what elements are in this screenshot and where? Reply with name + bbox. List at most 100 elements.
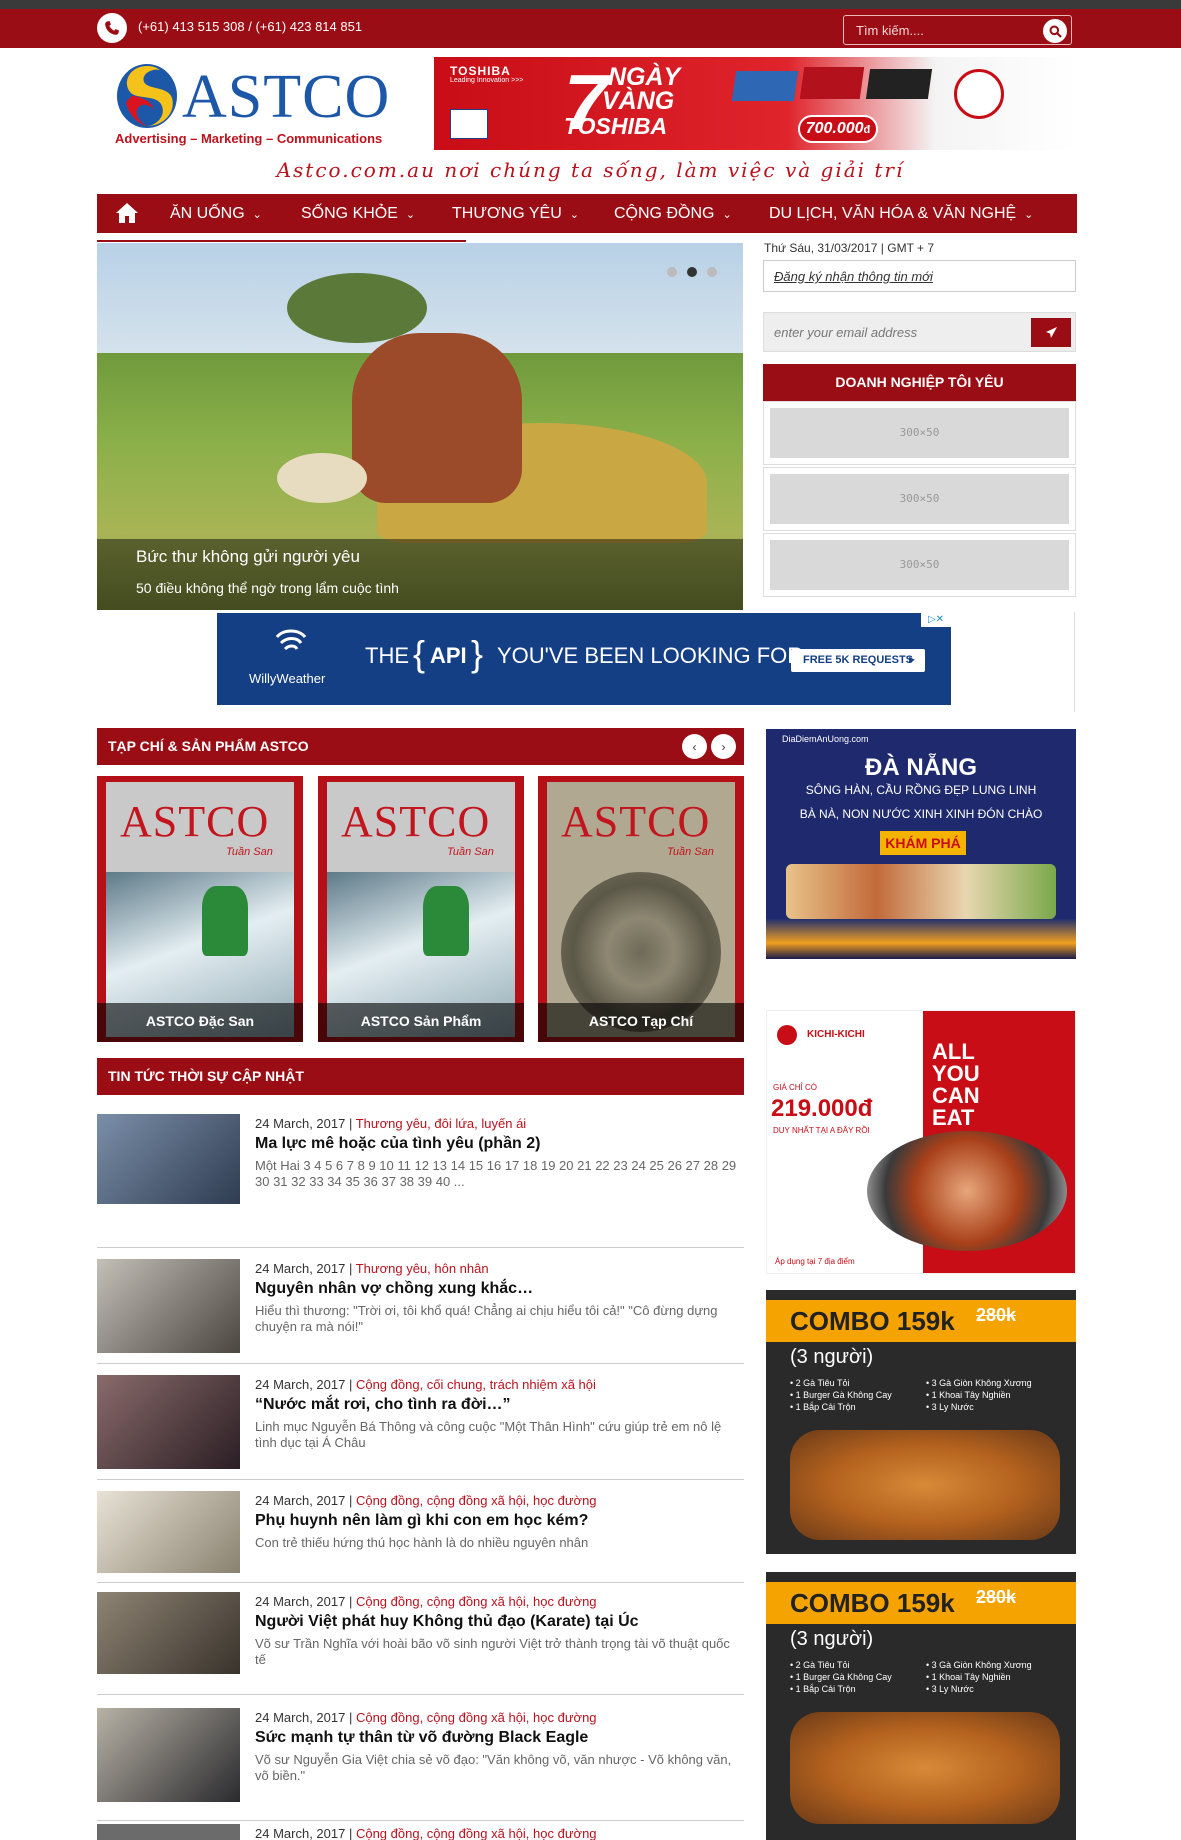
send-icon: [1045, 327, 1057, 338]
hero-slider[interactable]: Bức thư không gửi người yêu 50 điều khôn…: [97, 243, 743, 610]
subscribe-button[interactable]: [1031, 318, 1071, 347]
news-excerpt: Võ sư Nguyễn Gia Việt chia sẻ võ đạo: "V…: [255, 1752, 732, 1783]
search-icon: [1049, 25, 1062, 38]
nav-progress-line: [97, 240, 466, 242]
price-unit: đ: [863, 124, 871, 136]
carousel-prev-button[interactable]: ‹: [682, 734, 707, 759]
slide-hat: [277, 453, 367, 503]
news-category[interactable]: Cộng đồng, cối chung, trách nhiệm xã hội: [356, 1377, 596, 1392]
email-field[interactable]: [774, 323, 1024, 342]
chevron-down-icon: ⌄: [405, 209, 416, 221]
price-value: 700.000: [805, 120, 864, 137]
kichi-logo-icon: [777, 1025, 797, 1045]
chevron-down-icon: ⌄: [1024, 209, 1034, 221]
nav-item-an-uong[interactable]: ĂN UỐNG ⌄: [170, 194, 262, 233]
news-thumbnail[interactable]: [97, 1375, 240, 1469]
news-excerpt: Một Hai 3 4 5 6 7 8 9 10 11 12 13 14 15 …: [255, 1158, 737, 1189]
news-category[interactable]: Thương yêu, đôi lứa, luyến ái: [356, 1116, 526, 1131]
magazine-logo-text: ASTCO: [341, 797, 491, 846]
magazine-logo-text: ASTCO: [120, 797, 270, 846]
banner-brand-sub: Leading Innovation >>>: [450, 77, 524, 84]
combo-persons: (3 người): [790, 1628, 874, 1650]
combo-old-price: 280k: [976, 1587, 1017, 1607]
news-category[interactable]: Cộng đồng, cộng đồng xã hội, học đường: [356, 1710, 597, 1725]
magazine-card[interactable]: ASTCO Tuần San ASTCO Tạp Chí: [538, 776, 744, 1042]
news-meta: 24 March, 2017 | Cộng đồng, cộng đồng xã…: [255, 1493, 597, 1508]
favorite-business-header: DOANH NGHIỆP TÔI YÊU: [763, 364, 1076, 401]
news-title[interactable]: “Nước mắt rơi, cho tình ra đời…”: [255, 1396, 511, 1414]
business-slot[interactable]: 300×50: [763, 401, 1076, 465]
combo-ad[interactable]: COMBO 159k 280k (3 người) • 2 Gà Tiêu Tỏ…: [766, 1290, 1076, 1554]
magazine-card[interactable]: ASTCO Tuần San ASTCO Đặc San: [97, 776, 303, 1042]
chevron-right-icon: ›: [721, 739, 726, 754]
ad-cta-button[interactable]: FREE 5K REQUESTS ▸: [791, 649, 925, 672]
slider-dot-2[interactable]: [687, 267, 697, 277]
news-divider: [97, 1363, 744, 1364]
news-thumbnail[interactable]: [97, 1592, 240, 1674]
news-excerpt: Võ sư Trần Nghĩa với hoài bão võ sinh ng…: [255, 1636, 730, 1667]
slider-dot-3[interactable]: [707, 267, 717, 277]
combo-old-price: 280k: [976, 1305, 1017, 1325]
news-title[interactable]: Phụ huynh nên làm gì khi con em học kém?: [255, 1512, 588, 1530]
news-section-title: TIN TỨC THỜI SỰ CẬP NHẬT: [108, 1068, 304, 1084]
business-slot[interactable]: 300×50: [763, 467, 1076, 531]
magazine-card[interactable]: ASTCO Tuần San ASTCO Sản Phẩm: [318, 776, 524, 1042]
news-thumbnail[interactable]: [97, 1114, 240, 1204]
news-divider: [97, 1820, 744, 1821]
nav-item-cong-dong[interactable]: CỘNG ĐỒNG ⌄: [614, 194, 732, 233]
kichi-kichi-ad[interactable]: KICHI-KICHI GIÁ CHỈ CÓ 219.000đ DUY NHẤT…: [766, 1010, 1076, 1274]
willyweather-ad[interactable]: WillyWeather THE { API } YOU'VE BEEN LOO…: [217, 613, 951, 705]
kichi-footer: Áp dụng tại 7 địa điểm: [775, 1257, 855, 1266]
ad-headline-after: YOU'VE BEEN LOOKING FOR: [497, 643, 804, 668]
search-button[interactable]: [1043, 19, 1067, 43]
combo-ad[interactable]: COMBO 159k 280k (3 người) • 2 Gà Tiêu Tỏ…: [766, 1572, 1076, 1840]
news-meta: 24 March, 2017 | Cộng đồng, cộng đồng xã…: [255, 1594, 597, 1609]
news-category[interactable]: Cộng đồng, cộng đồng xã hội, học đường: [356, 1594, 597, 1609]
kichi-price-note: DUY NHẤT TẠI A ĐÂY RỒI: [773, 1126, 870, 1135]
toshiba-banner-ad[interactable]: TOSHIBA Leading Innovation >>> 7 NGÀY VÀ…: [434, 57, 1077, 150]
news-title[interactable]: Ma lực mê hoặc của tình yêu (phần 2): [255, 1135, 540, 1153]
news-title[interactable]: Người Việt phát huy Không thủ đạo (Karat…: [255, 1613, 639, 1631]
danang-ad-cta[interactable]: KHÁM PHÁ: [880, 831, 966, 855]
news-title[interactable]: Sức mạnh tự thân từ võ đường Black Eagle: [255, 1729, 588, 1747]
combo-persons: (3 người): [790, 1346, 874, 1368]
news-category[interactable]: Cộng đồng, cộng đồng xã hội, học đường: [356, 1493, 597, 1508]
danang-ad-line1: SÔNG HÀN, CẦU RỒNG ĐẸP LUNG LINH: [805, 783, 1037, 797]
news-category[interactable]: Thương yêu, hôn nhân: [356, 1261, 489, 1276]
news-thumbnail[interactable]: [97, 1491, 240, 1573]
combo-food-image: [790, 1430, 1060, 1540]
nav-item-thuong-yeu[interactable]: THƯƠNG YÊU ⌄: [452, 194, 579, 233]
kichi-hotpot-image: [867, 1131, 1067, 1251]
slider-dot-1[interactable]: [667, 267, 677, 277]
nav-item-du-lich[interactable]: DU LỊCH, VĂN HÓA & VĂN NGHỆ ⌄: [769, 194, 1033, 233]
combo-item: • 3 Ly Nước: [926, 1684, 974, 1694]
ad-choices-icon[interactable]: ▷✕: [921, 613, 951, 627]
news-divider: [97, 1247, 744, 1248]
news-title[interactable]: Nguyên nhân vợ chồng xung khắc…: [255, 1280, 533, 1298]
kichi-ad-brand: KICHI-KICHI: [807, 1029, 865, 1040]
phone-numbers[interactable]: (+61) 413 515 308 / (+61) 423 814 851: [138, 19, 362, 34]
news-thumbnail[interactable]: [97, 1259, 240, 1353]
combo-item: • 1 Bắp Cải Trộn: [790, 1684, 856, 1694]
news-thumbnail[interactable]: [97, 1824, 240, 1840]
slide-caption: Bức thư không gửi người yêu 50 điều khôn…: [97, 539, 743, 610]
chevron-down-icon: ⌄: [569, 209, 579, 221]
home-icon[interactable]: [115, 202, 139, 224]
news-thumbnail[interactable]: [97, 1708, 240, 1802]
search-input[interactable]: [856, 22, 1026, 39]
site-logo[interactable]: ASTCO Advertising – Marketing – Communic…: [112, 60, 422, 155]
carousel-next-button[interactable]: ›: [711, 734, 736, 759]
subscribe-link[interactable]: Đăng ký nhận thông tin mới: [763, 260, 1076, 292]
magazine-caption: ASTCO Đặc San: [97, 1003, 303, 1042]
news-divider: [97, 1694, 744, 1695]
magazine-rider-image: [202, 886, 248, 956]
banner-partner-logo: [450, 109, 488, 139]
combo-item: • 3 Ly Nước: [926, 1402, 974, 1412]
slide-title[interactable]: Bức thư không gửi người yêu: [136, 547, 360, 567]
combo-title: COMBO 159k: [790, 1588, 955, 1618]
news-category[interactable]: Cộng đồng, cộng đồng xã hội, học đường: [356, 1826, 597, 1840]
nav-item-song-khoe[interactable]: SỐNG KHỎE ⌄: [301, 194, 415, 233]
business-slot[interactable]: 300×50: [763, 533, 1076, 597]
slide-subtitle: 50 điều không thể ngờ trong lẩm cuộc tìn…: [136, 580, 399, 596]
danang-ad[interactable]: DiaDiemAnUong.com ĐÀ NẴNG SÔNG HÀN, CẦU …: [766, 729, 1076, 959]
